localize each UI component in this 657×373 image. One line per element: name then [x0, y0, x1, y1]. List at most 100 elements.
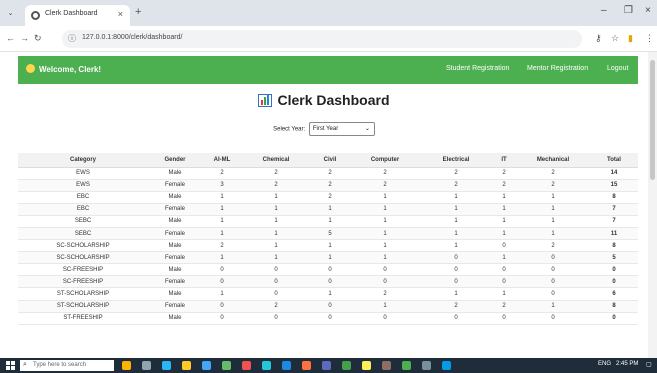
cell-total: 14	[590, 167, 638, 180]
cell-civil: 2	[310, 191, 350, 204]
cell-ai-ml: 2	[202, 239, 242, 253]
forward-arrow-icon[interactable]: →	[20, 33, 29, 43]
cell-electrical: 2	[420, 300, 492, 313]
site-info-icon[interactable]: ⓘ	[68, 33, 76, 44]
tray-language[interactable]: ENG	[598, 361, 611, 367]
cell-chemical: 2	[242, 300, 310, 313]
table-row: ST-SCHOLARSHIP Male 1 0 1 2 1 1 0 6	[18, 287, 638, 301]
minimize-icon[interactable]: –	[601, 5, 607, 16]
cell-gender: Male	[148, 167, 202, 180]
password-key-icon[interactable]: ⚷	[595, 33, 602, 44]
cell-gender: Female	[148, 227, 202, 241]
cell-total: 0	[590, 275, 638, 289]
cell-it: 0	[492, 275, 516, 289]
col-header-mechanical: Mechanical	[516, 153, 590, 168]
cell-gender: Male	[148, 312, 202, 325]
cell-it: 2	[492, 179, 516, 192]
nav-mentor-registration-link[interactable]: Mentor Registration	[527, 65, 588, 72]
reload-icon[interactable]: ↻	[34, 33, 42, 44]
welcome-message: Welcome, Clerk!	[26, 64, 101, 74]
cell-electrical: 1	[420, 287, 492, 301]
cell-total: 6	[590, 287, 638, 301]
windows-start-icon[interactable]	[6, 361, 15, 370]
taskbar-app-icon[interactable]	[142, 361, 151, 370]
taskbar-app-icon[interactable]	[242, 361, 251, 370]
table-body: EWS Male 2 2 2 2 2 2 2 14 EWS Female 3 2 2 2 2 2 2 15 EBC Mal…	[18, 167, 638, 325]
bookmark-star-icon[interactable]: ☆	[611, 33, 619, 44]
page-scrollbar[interactable]	[648, 52, 657, 358]
taskbar-app-icon[interactable]	[262, 361, 271, 370]
taskbar-app-icon[interactable]	[302, 361, 311, 370]
taskbar-app-icon[interactable]	[202, 361, 211, 370]
scrollbar-thumb[interactable]	[650, 60, 655, 180]
taskbar-app-icon[interactable]	[222, 361, 231, 370]
url-omnibox[interactable]: ⓘ 127.0.0.1:8000/clerk/dashboard/	[62, 30, 582, 48]
cell-mechanical: 2	[516, 167, 590, 180]
cell-gender: Female	[148, 275, 202, 289]
year-select-label: Select Year:	[273, 126, 306, 133]
cell-mechanical: 0	[516, 312, 590, 325]
cell-ai-ml: 1	[202, 251, 242, 265]
page-viewport: Welcome, Clerk! Student Registration Men…	[0, 52, 648, 358]
table-row: SC-SCHOLARSHIP Male 2 1 1 1 1 0 2 8	[18, 239, 638, 253]
taskbar-app-icon[interactable]	[122, 361, 131, 370]
cell-it: 1	[492, 227, 516, 241]
cell-gender: Male	[148, 287, 202, 301]
browser-menu-icon[interactable]: ⋮	[645, 33, 654, 44]
taskbar-app-icon[interactable]	[322, 361, 331, 370]
cell-mechanical: 0	[516, 263, 590, 277]
cell-category: EBC	[18, 203, 148, 216]
cell-ai-ml: 1	[202, 287, 242, 301]
tab-search-chevron-icon[interactable]: ⌄	[6, 9, 15, 18]
taskbar-app-icon[interactable]	[402, 361, 411, 370]
nav-logout-link[interactable]: Logout	[607, 65, 628, 72]
cell-chemical: 1	[242, 227, 310, 241]
nav-student-registration-link[interactable]: Student Registration	[446, 65, 509, 72]
taskbar-search-box[interactable]: ⌕ Type here to search	[20, 360, 114, 371]
extension-icon[interactable]: ▮	[628, 33, 633, 44]
cell-total: 8	[590, 300, 638, 313]
taskbar-app-icon[interactable]	[162, 361, 171, 370]
taskbar-search-placeholder: Type here to search	[33, 362, 87, 368]
year-select[interactable]: First Year ⌄	[308, 122, 375, 136]
taskbar-app-icon[interactable]	[422, 361, 431, 370]
tab-close-icon[interactable]: ×	[118, 9, 123, 19]
taskbar-app-icon[interactable]	[442, 361, 451, 370]
col-header-chemical: Chemical	[242, 153, 310, 168]
taskbar-app-icon[interactable]	[362, 361, 371, 370]
taskbar-app-icon[interactable]	[382, 361, 391, 370]
maximize-icon[interactable]: ❐	[624, 5, 633, 16]
cell-computer: 0	[350, 263, 420, 277]
cell-computer: 0	[350, 312, 420, 325]
cell-category: EWS	[18, 167, 148, 180]
taskbar-app-icon[interactable]	[182, 361, 191, 370]
col-header-gender: Gender	[148, 153, 202, 168]
cell-total: 15	[590, 179, 638, 192]
cell-total: 11	[590, 227, 638, 241]
cell-it: 2	[492, 300, 516, 313]
cell-mechanical: 1	[516, 203, 590, 216]
cell-civil: 0	[310, 312, 350, 325]
cell-electrical: 1	[420, 203, 492, 216]
new-tab-plus-icon[interactable]: +	[135, 6, 141, 18]
notification-icon[interactable]: ▢	[646, 361, 652, 368]
cell-ai-ml: 1	[202, 227, 242, 241]
taskbar-app-icon[interactable]	[342, 361, 351, 370]
category-summary-table: Category Gender AI-ML Chemical Civil Com…	[18, 153, 638, 325]
back-arrow-icon[interactable]: ←	[6, 33, 15, 43]
table-row: SC-FREESHIP Male 0 0 0 0 0 0 0 0	[18, 263, 638, 277]
tab-clerk-dashboard[interactable]: Clerk Dashboard ×	[25, 5, 130, 26]
tab-title: Clerk Dashboard	[45, 10, 98, 17]
cell-computer: 1	[350, 239, 420, 253]
col-header-total: Total	[590, 153, 638, 168]
year-filter: Select Year: First Year ⌄	[0, 122, 648, 136]
taskbar-app-icon[interactable]	[282, 361, 291, 370]
col-header-category: Category	[18, 153, 148, 168]
table-header-row: Category Gender AI-ML Chemical Civil Com…	[18, 153, 638, 168]
window-close-icon[interactable]: ×	[645, 5, 651, 16]
cell-civil: 0	[310, 263, 350, 277]
cell-mechanical: 1	[516, 215, 590, 228]
tray-clock[interactable]: 2:45 PM	[616, 361, 638, 367]
cell-total: 8	[590, 191, 638, 204]
cell-total: 8	[590, 239, 638, 253]
